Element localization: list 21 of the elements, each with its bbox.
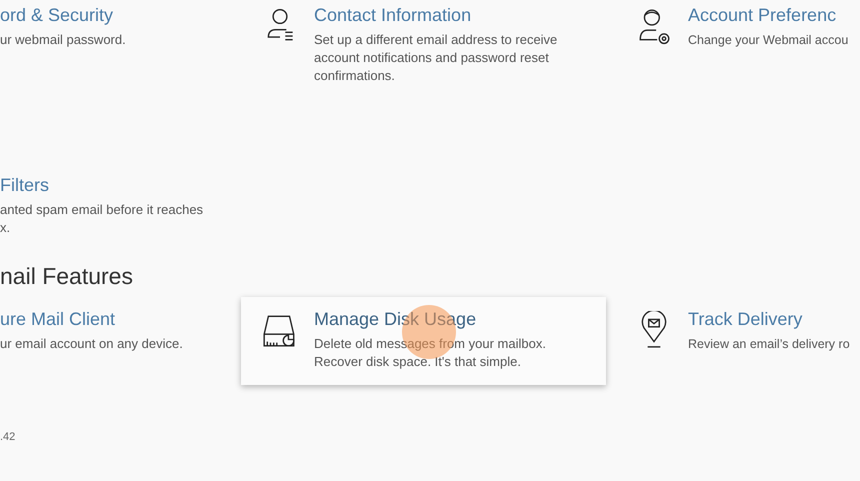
feature-link[interactable]: ure Mail Client: [0, 307, 116, 331]
feature-description: Set up a different email address to receive account notifications and password reset confirmations.: [314, 31, 558, 85]
feature-tile[interactable]: Account Preferenc Change your Webmail accou: [615, 0, 860, 163]
feature-tile[interactable]: Filters anted spam email before it reaches x.: [0, 163, 241, 253]
feature-link[interactable]: ord & Security: [0, 3, 114, 27]
feature-link[interactable]: Filters: [0, 173, 49, 197]
feature-tile[interactable]: Track Delivery Review an email’s delivery ro: [615, 297, 860, 385]
feature-tile[interactable]: ord & Security ur webmail password.: [0, 0, 241, 163]
feature-tile[interactable]: Contact Information Set up a different email address to receive account notifications and password reset confirmations.: [241, 0, 615, 163]
feature-description: Review an email’s delivery ro: [688, 336, 850, 353]
feature-tile[interactable]: ure Mail Client ur email account on any device.: [0, 297, 241, 385]
section-heading: nail Features: [0, 262, 134, 291]
feature-link[interactable]: Manage Disk Usage: [314, 307, 476, 331]
feature-description: ur webmail password.: [0, 31, 126, 49]
version-text: .42: [0, 431, 16, 443]
feature-link[interactable]: Contact Information: [314, 3, 472, 27]
feature-link[interactable]: Account Preferenc: [688, 3, 836, 27]
feature-link[interactable]: Track Delivery: [688, 307, 802, 331]
feature-description: anted spam email before it reaches x.: [0, 201, 204, 237]
feature-description: Change your Webmail accou: [688, 32, 848, 49]
feature-description: ur email account on any device.: [0, 335, 183, 353]
